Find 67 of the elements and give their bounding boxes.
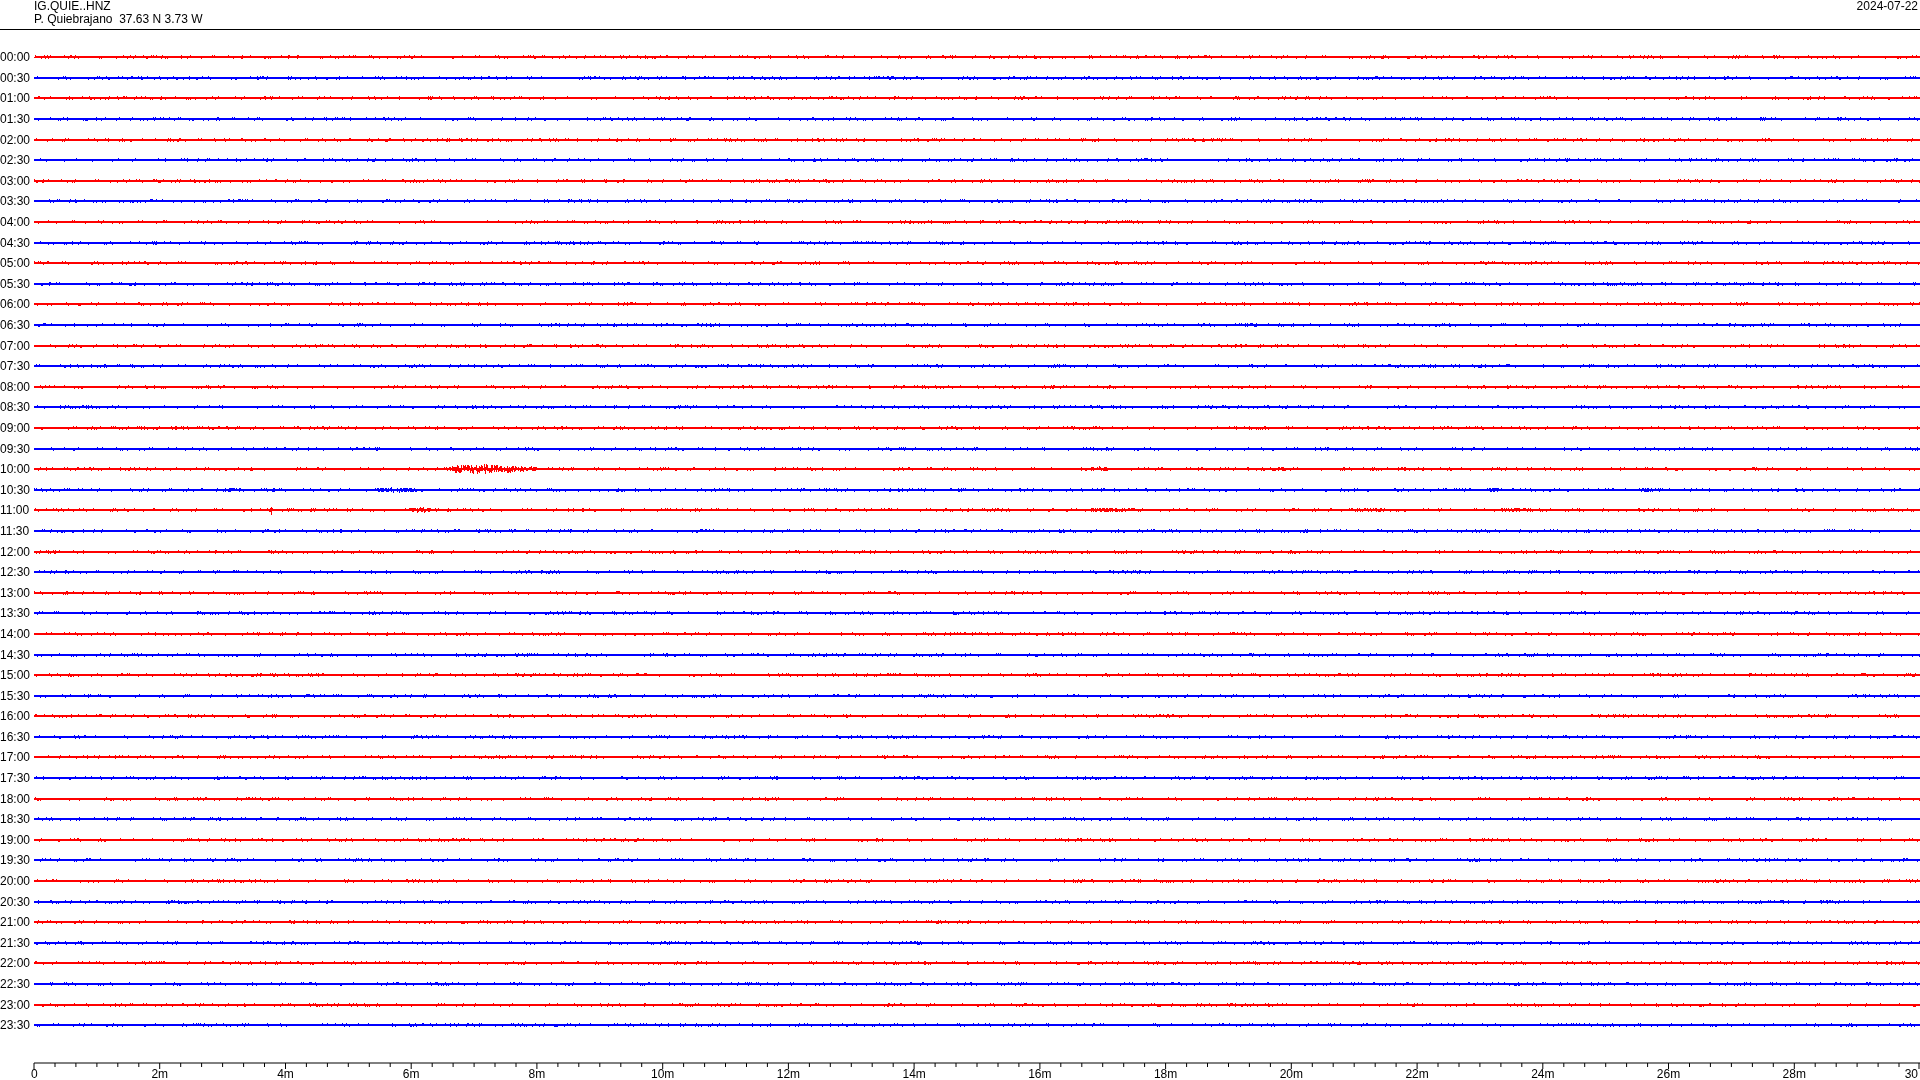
time-label: 17:00 <box>0 750 32 765</box>
axis-tick-label: 12m <box>776 1066 801 1080</box>
time-label: 18:30 <box>0 812 32 827</box>
time-label: 14:00 <box>0 626 32 641</box>
time-label: 09:30 <box>0 441 32 456</box>
date-label: 2024-07-22 <box>1856 0 1918 13</box>
time-label: 05:30 <box>0 276 32 291</box>
time-label: 06:30 <box>0 318 32 332</box>
time-label: 03:00 <box>0 173 32 188</box>
axis-tick-label: 22m <box>1405 1066 1429 1080</box>
station-info: P. Quiebrajano 37.63 N 3.73 W <box>34 13 203 26</box>
time-label: 11:30 <box>0 523 31 538</box>
axis-tick-label: 6m <box>402 1066 420 1080</box>
axis-tick-label: 16m <box>1028 1066 1052 1080</box>
time-label: 20:30 <box>0 894 32 909</box>
time-label: 14:30 <box>0 647 32 662</box>
time-label: 19:30 <box>0 853 32 868</box>
time-label: 05:00 <box>0 256 32 271</box>
axis-tick-label: 4m <box>277 1066 294 1080</box>
axis-tick-label: 0 <box>31 1066 38 1080</box>
time-label: 19:00 <box>0 832 32 847</box>
time-label: 04:30 <box>0 235 32 250</box>
time-label: 07:00 <box>0 338 32 353</box>
time-label: 17:30 <box>0 771 32 786</box>
time-label: 21:30 <box>0 935 32 950</box>
time-label: 16:30 <box>0 729 32 744</box>
axis-tick-label: 24m <box>1531 1066 1555 1080</box>
time-label: 04:00 <box>0 215 32 230</box>
axis-tick-label: 2m <box>151 1066 169 1080</box>
time-label: 12:00 <box>0 544 32 559</box>
axis-tick-label: 28m <box>1782 1066 1806 1080</box>
time-label: 15:00 <box>0 668 32 683</box>
axis-tick-label: 20m <box>1279 1066 1303 1080</box>
time-label: 09:00 <box>0 421 32 435</box>
time-label: 06:00 <box>0 297 32 312</box>
time-label: 15:30 <box>0 688 32 703</box>
time-label: 21:00 <box>0 915 32 930</box>
time-label: 12:30 <box>0 565 32 580</box>
time-label: 02:30 <box>0 153 32 168</box>
time-label: 23:00 <box>0 997 32 1012</box>
time-label: 08:00 <box>0 379 32 394</box>
time-label: 08:30 <box>0 400 32 415</box>
time-label: 01:00 <box>0 91 32 106</box>
time-label: 20:00 <box>0 874 32 889</box>
time-label: 00:00 <box>0 50 32 65</box>
axis-tick-label: 18m <box>1153 1066 1178 1080</box>
axis-tick-label: 8m <box>528 1066 546 1080</box>
time-label: 10:00 <box>0 462 32 477</box>
time-label: 03:30 <box>0 194 32 209</box>
axis-tick-label: 10m <box>651 1066 675 1080</box>
time-label: 00:30 <box>0 70 32 85</box>
time-label: 18:00 <box>0 791 32 806</box>
time-label: 22:00 <box>0 956 32 971</box>
time-label: 02:00 <box>0 132 32 147</box>
time-label: 07:30 <box>0 359 32 374</box>
time-label: 11:00 <box>0 503 31 518</box>
time-label: 16:00 <box>0 709 32 724</box>
time-label: 23:30 <box>0 1018 32 1033</box>
axis-tick-label: 26m <box>1656 1066 1681 1080</box>
time-label: 10:30 <box>0 482 32 497</box>
axis-tick-label: 30 <box>1904 1066 1918 1080</box>
axis-tick-label: 14m <box>902 1066 926 1080</box>
time-label: 13:00 <box>0 585 32 600</box>
channel-code: IG.QUIE..HNZ <box>34 0 112 13</box>
time-label: 01:30 <box>0 112 32 127</box>
time-label: 13:30 <box>0 606 32 621</box>
time-label: 22:30 <box>0 977 32 991</box>
